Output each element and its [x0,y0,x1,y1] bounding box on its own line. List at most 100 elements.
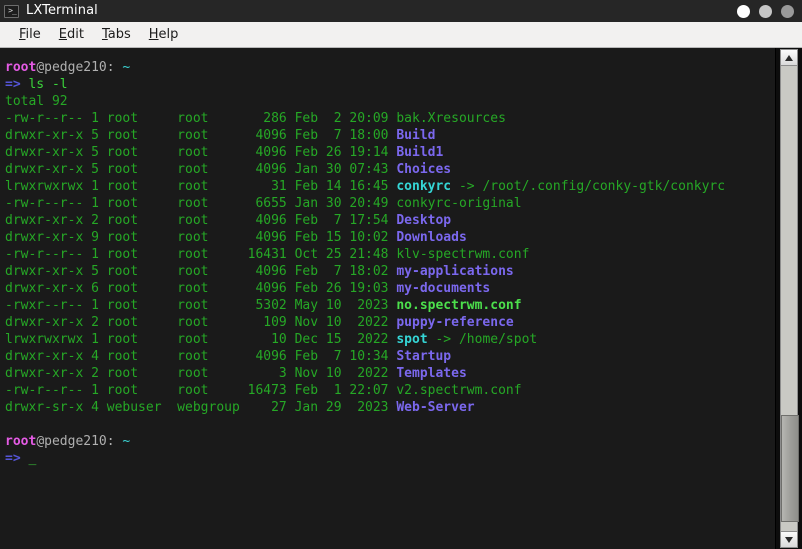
scroll-up-button[interactable] [780,49,798,66]
listing-row: drwxr-xr-x 2 root root 3 Nov 10 2022 Tem… [5,365,775,382]
command-text: ls -l [20,77,68,92]
terminal-body: root@pedge210: ~ => ls -l total 92 -rw-r--r… [0,48,802,549]
listing-row: -rw-r--r-- 1 root root 286 Feb 2 20:09 b… [5,110,775,127]
listing-meta: -rw-r--r-- 1 root root 286 Feb 2 20:09 [5,111,397,126]
listing-row: -rwxr--r-- 1 root root 5302 May 10 2023 … [5,297,775,314]
listing-name: Startup [396,349,452,364]
prompt-path: ~ [122,434,131,449]
listing-meta: drwxr-xr-x 2 root root 3 Nov 10 2022 [5,366,397,381]
menu-tabs-rest: abs [107,26,131,42]
prompt-arrow-2: => [5,451,21,466]
listing-name: Templates [396,366,467,381]
listing-row: drwxr-xr-x 5 root root 4096 Feb 26 19:14… [5,144,775,161]
prompt-arrow: => [5,77,21,92]
total-line: total 92 [5,93,775,110]
menu-file-rest: ile [25,26,41,42]
close-button[interactable] [781,4,794,18]
listing-meta: -rw-r--r-- 1 root root 16431 Oct 25 21:4… [5,247,397,262]
menu-edit-rest: dit [67,26,84,42]
menu-help[interactable]: Help [140,25,188,45]
listing-row: drwxr-xr-x 9 root root 4096 Feb 15 10:02… [5,229,775,246]
listing-name: conkyrc [396,179,452,194]
prompt-path: ~ [122,60,131,75]
listing-meta: drwxr-xr-x 5 root root 4096 Feb 7 18:02 [5,264,397,279]
menu-help-rest: elp [158,26,179,42]
listing-meta: -rw-r--r-- 1 root root 6655 Jan 30 20:49 [5,196,397,211]
menu-bar: File Edit Tabs Help [0,22,802,48]
listing-meta: lrwxrwxrwx 1 root root 10 Dec 15 2022 [5,332,397,347]
menu-help-accel: H [148,26,159,42]
listing-name: my-applications [396,264,514,279]
listing-row: drwxr-xr-x 5 root root 4096 Feb 7 18:02 … [5,263,775,280]
listing-name: Build [396,128,436,143]
listing-name: Downloads [396,230,467,245]
prompt-line-2: root@pedge210: ~ [5,433,775,450]
listing-row: drwxr-xr-x 5 root root 4096 Jan 30 07:43… [5,161,775,178]
listing-name: spot [396,332,428,347]
listing-row: lrwxrwxrwx 1 root root 10 Dec 15 2022 sp… [5,331,775,348]
listing-meta: drwxr-xr-x 9 root root 4096 Feb 15 10:02 [5,230,397,245]
listing-row: drwxr-xr-x 4 root root 4096 Feb 7 10:34 … [5,348,775,365]
listing-meta: -rwxr--r-- 1 root root 5302 May 10 2023 [5,298,397,313]
window-controls [737,0,794,22]
listing-row: -rw-r--r-- 1 root root 16431 Oct 25 21:4… [5,246,775,263]
listing-name: Build1 [396,145,444,160]
listing-meta: drwxr-xr-x 4 root root 4096 Feb 7 10:34 [5,349,397,364]
prompt-user: root [5,60,37,75]
maximize-button[interactable] [759,4,772,18]
total-text: total 92 [5,94,68,109]
listing-meta: drwxr-xr-x 5 root root 4096 Feb 7 18:00 [5,128,397,143]
listing-meta: drwxr-xr-x 6 root root 4096 Feb 26 19:03 [5,281,397,296]
listing-row: -rw-r--r-- 1 root root 16473 Feb 1 22:07… [5,382,775,399]
listing-name: Desktop [396,213,452,228]
terminal-window: >_ LXTerminal File Edit Tabs Help root@p… [0,0,802,549]
terminal-scrollbar[interactable] [776,48,802,549]
listing-meta: -rw-r--r-- 1 root root 16473 Feb 1 22:07 [5,383,397,398]
listing-target: -> /home/spot [427,332,538,347]
scrollbar-thumb[interactable] [781,414,799,522]
listing-row: drwxr-xr-x 6 root root 4096 Feb 26 19:03… [5,280,775,297]
chevron-down-icon [785,536,793,543]
listing-name: bak.Xresources [396,111,506,126]
listing-name: Choices [396,162,452,177]
listing-meta: drwxr-xr-x 5 root root 4096 Jan 30 07:43 [5,162,397,177]
text-cursor: _ [20,451,37,466]
listing-row: -rw-r--r-- 1 root root 6655 Jan 30 20:49… [5,195,775,212]
listing-meta: drwxr-xr-x 2 root root 109 Nov 10 2022 [5,315,397,330]
listing-name: v2.spectrwm.conf [396,383,522,398]
menu-tabs[interactable]: Tabs [93,25,140,45]
listing-meta: drwxr-xr-x 5 root root 4096 Feb 26 19:14 [5,145,397,160]
listing-name: puppy-reference [396,315,514,330]
command-line: => ls -l [5,76,775,93]
listing-name: Web-Server [396,400,475,415]
minimize-button[interactable] [737,4,750,18]
terminal-icon: >_ [4,4,19,18]
listing-meta: drwxr-xr-x 2 root root 4096 Feb 7 17:54 [5,213,397,228]
listing-row: drwxr-xr-x 2 root root 4096 Feb 7 17:54 … [5,212,775,229]
listing-row: drwxr-xr-x 5 root root 4096 Feb 7 18:00 … [5,127,775,144]
listing-row: drwxr-sr-x 4 webuser webgroup 27 Jan 29 … [5,399,775,416]
title-bar: >_ LXTerminal [0,0,802,22]
menu-edit[interactable]: Edit [50,25,93,45]
prompt-user: root [5,434,37,449]
listing-name: no.spectrwm.conf [396,298,522,313]
menu-file[interactable]: File [10,25,50,45]
listing-row: drwxr-xr-x 2 root root 109 Nov 10 2022 p… [5,314,775,331]
scrollbar-track[interactable] [780,66,799,531]
window-title: LXTerminal [26,3,98,18]
listing-name: conkyrc-original [396,196,522,211]
terminal-output[interactable]: root@pedge210: ~ => ls -l total 92 -rw-r--r… [0,48,776,549]
prompt-line-1: root@pedge210: ~ [5,59,775,76]
menu-edit-accel: E [58,26,67,42]
prompt-host: @pedge210: [36,60,123,75]
chevron-up-icon [785,54,793,61]
listing-name: klv-spectrwm.conf [396,247,530,262]
prompt-host: @pedge210: [36,434,123,449]
cursor-line: => _ [5,450,775,467]
listing-target: -> /root/.config/conky-gtk/conkyrc [451,179,726,194]
listing-meta: lrwxrwxrwx 1 root root 31 Feb 14 16:45 [5,179,397,194]
listing-row: lrwxrwxrwx 1 root root 31 Feb 14 16:45 c… [5,178,775,195]
listing-name: my-documents [396,281,491,296]
scroll-down-button[interactable] [780,531,798,548]
